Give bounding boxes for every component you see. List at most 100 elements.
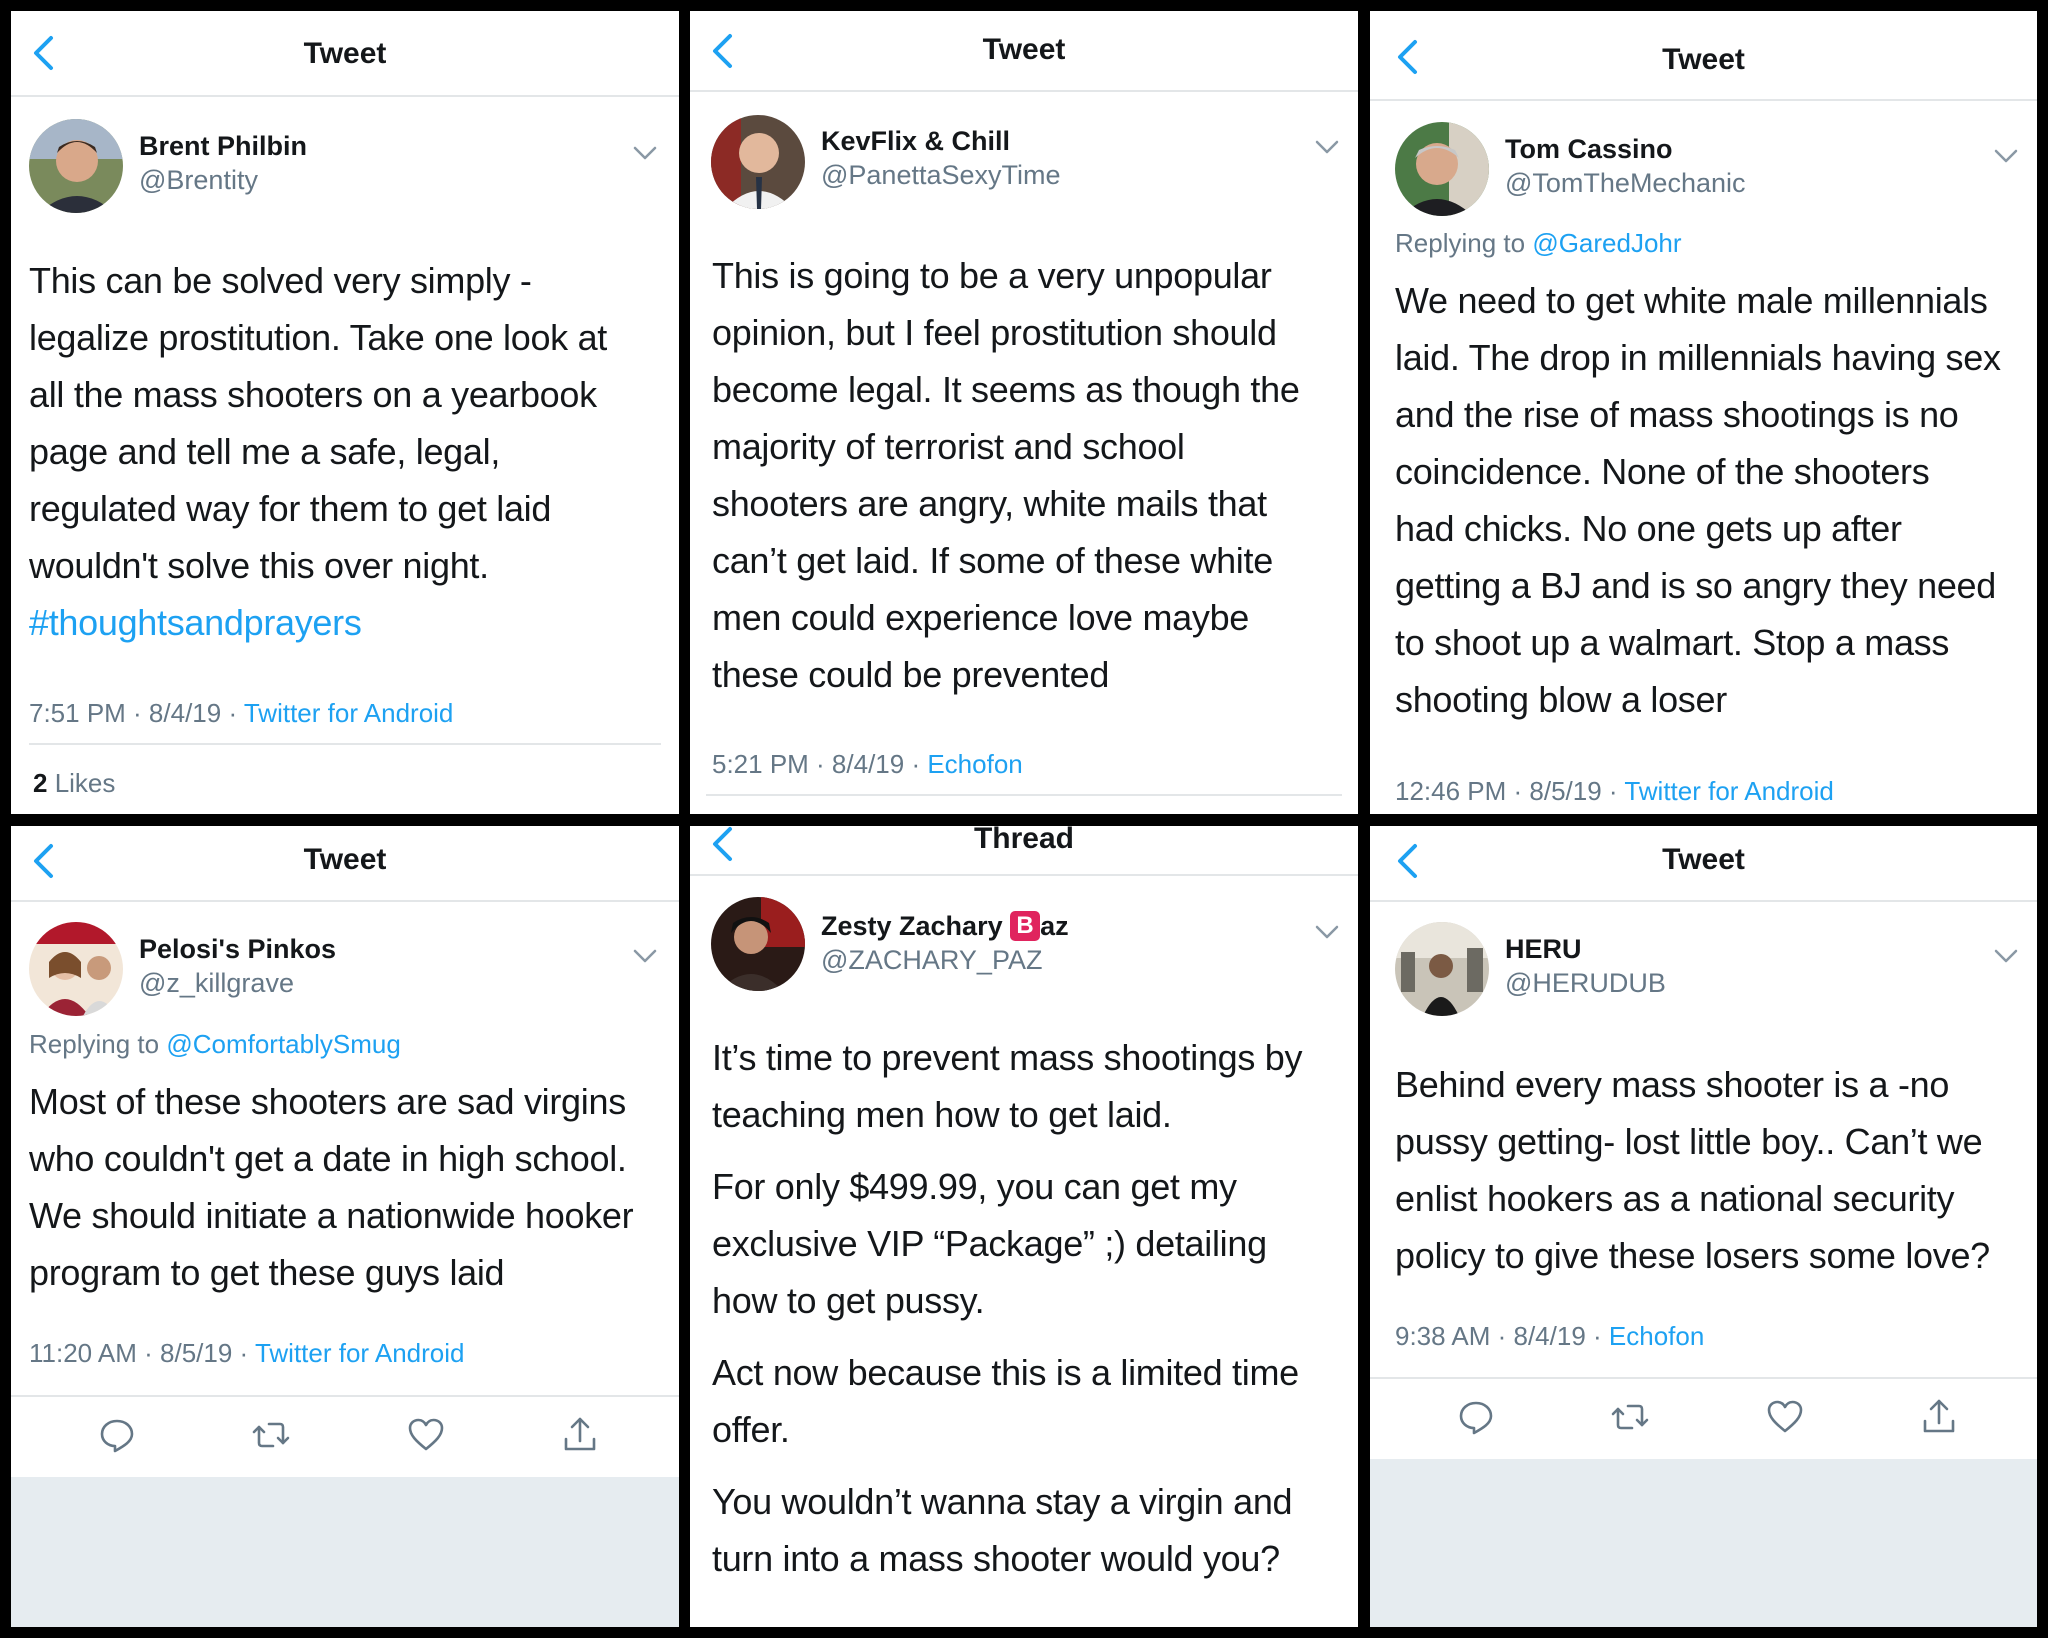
- hashtag-link[interactable]: #thoughtsandprayers: [29, 594, 607, 651]
- header-title: Tweet: [303, 37, 387, 70]
- tweet-line: You wouldn’t wanna stay a virgin and: [712, 1481, 1293, 1522]
- replying-to: Replying to @ComfortablySmug: [29, 1029, 401, 1060]
- retweet-icon[interactable]: [1610, 1397, 1650, 1437]
- chevron-down-icon[interactable]: [1314, 923, 1340, 941]
- tweet-line: page and tell me a safe, legal,: [29, 431, 501, 472]
- tweet-text: Most of these shooters are sad virgins w…: [29, 1073, 634, 1301]
- avatar[interactable]: [1395, 922, 1489, 1016]
- chevron-down-icon[interactable]: [1993, 147, 2019, 165]
- tweet-panel-kevflix: Tweet KevFlix & Chill @PanettaSexyTime T…: [690, 11, 1358, 814]
- tweet-line: men could experience love maybe: [712, 597, 1250, 638]
- tweet-line: exclusive VIP “Package” ;) detailing: [712, 1223, 1267, 1264]
- tweet-line: enlist hookers as a national security: [1395, 1178, 1955, 1219]
- tweet-line: these could be prevented: [712, 654, 1110, 695]
- divider: [29, 743, 661, 745]
- reply-bubble-icon[interactable]: [97, 1415, 137, 1455]
- source-link[interactable]: Twitter for Android: [255, 1338, 465, 1368]
- timestamp: 9:38 AM · 8/4/19 ·: [1395, 1321, 1609, 1351]
- heart-icon[interactable]: [1765, 1397, 1805, 1437]
- tweet-line: This can be solved very simply -: [29, 260, 532, 301]
- tweet-text: We need to get white male millennials la…: [1395, 272, 2001, 728]
- avatar[interactable]: [711, 897, 805, 991]
- display-name[interactable]: Tom Cassino: [1505, 134, 1673, 165]
- empty-background: [11, 1477, 679, 1627]
- timestamp: 5:21 PM · 8/4/19 ·: [712, 749, 928, 779]
- display-name-suffix: az: [1040, 911, 1069, 941]
- b-badge-icon: B: [1010, 911, 1041, 941]
- nav-header: Tweet: [11, 826, 679, 902]
- share-icon[interactable]: [560, 1415, 600, 1455]
- source-link[interactable]: Echofon: [1609, 1321, 1704, 1351]
- tweet-line: program to get these guys laid: [29, 1252, 505, 1293]
- tweet-line: legalize prostitution. Take one look at: [29, 317, 608, 358]
- reply-target-link[interactable]: @GaredJohr: [1532, 228, 1681, 258]
- tweet-line: Behind every mass shooter is a -no: [1395, 1064, 1950, 1105]
- tweet-line: offer.: [712, 1409, 790, 1450]
- display-name[interactable]: HERU: [1505, 934, 1582, 965]
- display-name-text: Zesty Zachary: [821, 911, 1011, 941]
- tweet-text: It’s time to prevent mass shootings by t…: [712, 1029, 1303, 1587]
- tweet-line: We need to get white male millennials: [1395, 280, 1988, 321]
- tweet-line: and the rise of mass shootings is no: [1395, 394, 1959, 435]
- tweet-line: had chicks. No one gets up after: [1395, 508, 1902, 549]
- tweet-meta: 11:20 AM · 8/5/19 · Twitter for Android: [29, 1338, 465, 1369]
- tweet-line: all the mass shooters on a yearbook: [29, 374, 597, 415]
- source-link[interactable]: Twitter for Android: [244, 698, 454, 728]
- tweet-line: who couldn't get a date in high school.: [29, 1138, 627, 1179]
- chevron-down-icon[interactable]: [632, 144, 658, 162]
- tweet-line: can’t get laid. If some of these white: [712, 540, 1273, 581]
- tweet-meta: 7:51 PM · 8/4/19 · Twitter for Android: [29, 698, 453, 729]
- heart-icon[interactable]: [406, 1415, 446, 1455]
- tweet-line: wouldn't solve this over night.: [29, 545, 489, 586]
- header-title: Tweet: [1662, 843, 1745, 876]
- avatar[interactable]: [29, 119, 123, 213]
- header-title: Tweet: [1662, 43, 1745, 76]
- tweet-line: shooters are angry, white mails that: [712, 483, 1267, 524]
- avatar[interactable]: [29, 922, 123, 1016]
- user-handle[interactable]: @ZACHARY_PAZ: [821, 945, 1042, 976]
- tweet-line: shooting blow a loser: [1395, 679, 1727, 720]
- header-title: Tweet: [982, 33, 1066, 66]
- tweet-line: policy to give these losers some love?: [1395, 1235, 1990, 1276]
- nav-header: Tweet: [11, 11, 679, 97]
- reply-target-link[interactable]: @ComfortablySmug: [166, 1029, 400, 1059]
- tweet-text: This can be solved very simply - legaliz…: [29, 252, 607, 651]
- replying-prefix: Replying to: [1395, 228, 1533, 258]
- retweet-icon[interactable]: [251, 1415, 291, 1455]
- tweet-text: This is going to be a very unpopular opi…: [712, 247, 1300, 703]
- user-handle[interactable]: @TomTheMechanic: [1505, 168, 1746, 199]
- tweet-line: teaching men how to get laid.: [712, 1094, 1172, 1135]
- tweet-line: We should initiate a nationwide hooker: [29, 1195, 634, 1236]
- action-bar: [11, 1397, 679, 1477]
- display-name[interactable]: Pelosi's Pinkos: [139, 934, 336, 965]
- source-link[interactable]: Echofon: [927, 749, 1022, 779]
- avatar[interactable]: [711, 115, 805, 209]
- display-name[interactable]: Zesty Zachary Baz: [821, 911, 1069, 942]
- divider: [706, 794, 1342, 796]
- timestamp: 11:20 AM · 8/5/19 ·: [29, 1338, 255, 1368]
- tweet-line: turn into a mass shooter would you?: [712, 1538, 1280, 1579]
- tweet-panel-pelosis-pinkos: Tweet Pelosi's Pinkos @z_killgrave Reply…: [11, 826, 679, 1627]
- tweet-line: This is going to be a very unpopular: [712, 255, 1272, 296]
- chevron-down-icon[interactable]: [1314, 138, 1340, 156]
- tweet-panel-tom-cassino: Tweet Tom Cassino @TomTheMechanic Replyi…: [1370, 11, 2037, 814]
- share-icon[interactable]: [1919, 1397, 1959, 1437]
- chevron-down-icon[interactable]: [632, 947, 658, 965]
- chevron-down-icon[interactable]: [1993, 947, 2019, 965]
- likes-count[interactable]: 2 Likes: [33, 768, 115, 799]
- user-handle[interactable]: @HERUDUB: [1505, 968, 1666, 999]
- tweet-line: Act now because this is a limited time: [712, 1352, 1299, 1393]
- reply-bubble-icon[interactable]: [1456, 1397, 1496, 1437]
- tweet-line: laid. The drop in millennials having sex: [1395, 337, 2001, 378]
- user-handle[interactable]: @Brentity: [139, 165, 258, 196]
- action-bar: [1370, 1379, 2037, 1459]
- tweet-meta: 12:46 PM · 8/5/19 · Twitter for Android: [1395, 776, 1834, 807]
- user-handle[interactable]: @z_killgrave: [139, 968, 294, 999]
- avatar[interactable]: [1395, 122, 1489, 216]
- tweet-line: pussy getting- lost little boy.. Can’t w…: [1395, 1121, 1983, 1162]
- source-link[interactable]: Twitter for Android: [1624, 776, 1834, 806]
- display-name[interactable]: KevFlix & Chill: [821, 126, 1010, 157]
- user-handle[interactable]: @PanettaSexyTime: [821, 160, 1061, 191]
- nav-header: Tweet: [1370, 11, 2037, 101]
- display-name[interactable]: Brent Philbin: [139, 131, 307, 162]
